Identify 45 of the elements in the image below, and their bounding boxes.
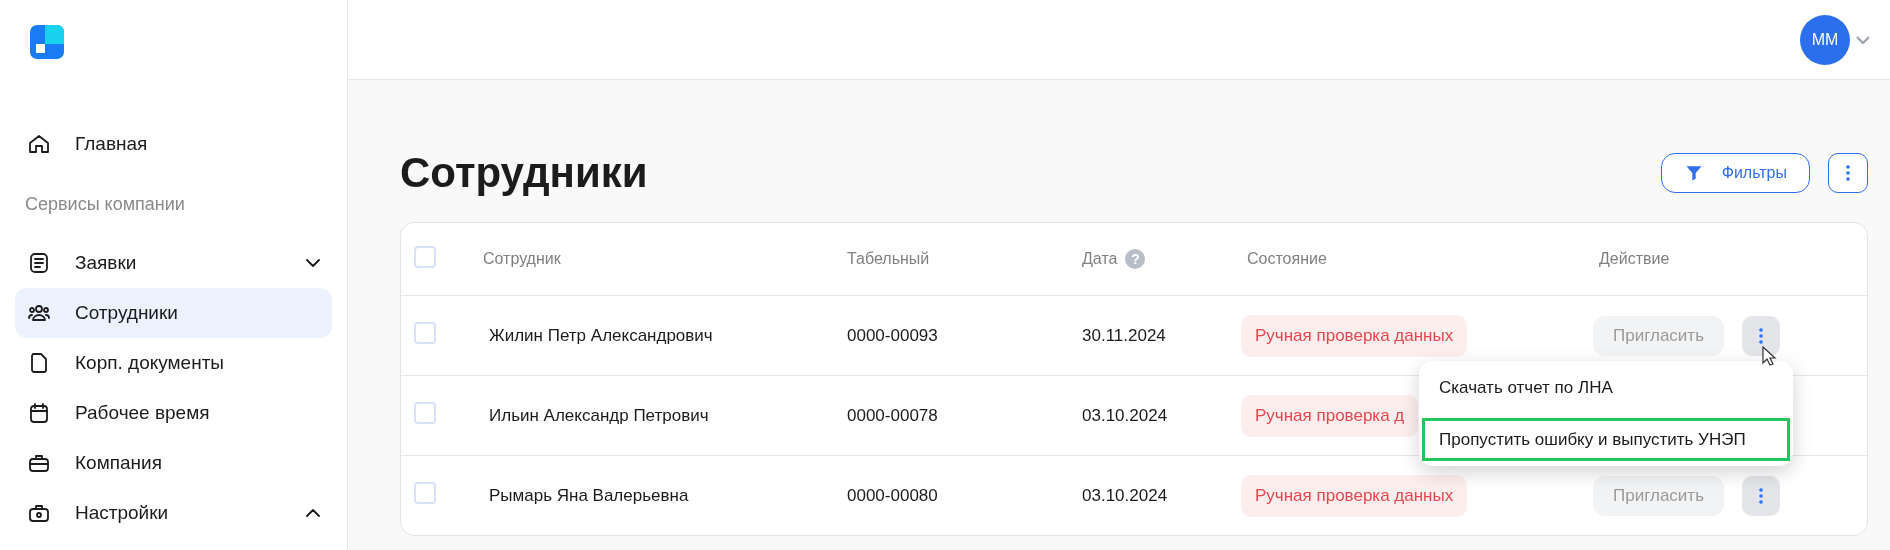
more-button[interactable]: [1828, 153, 1868, 194]
menu-item[interactable]: Пропустить ошибку и выпустить УНЭП: [1422, 417, 1790, 462]
row-checkbox[interactable]: [414, 402, 436, 425]
document-list-icon: [27, 251, 51, 275]
status-tag: Ручная проверка д: [1241, 395, 1419, 437]
column-header: Табельный: [846, 249, 930, 270]
table-cell-text: Жилин Петр Александрович: [488, 326, 713, 346]
status-tag: Ручная проверка данных: [1241, 475, 1468, 517]
table-cell-text: 0000-00080: [846, 486, 938, 506]
table-cell-text: 03.10.2024: [1081, 486, 1168, 506]
column-header: Дата: [1081, 249, 1118, 270]
table-cell-text: 0000-00078: [846, 406, 938, 426]
column-header: Состояние: [1246, 249, 1327, 270]
table-cell-text: 0000-00093: [846, 326, 938, 346]
table-cell-text: 30.11.2024: [1081, 326, 1166, 346]
avatar[interactable]: ММ: [1800, 14, 1850, 65]
row-checkbox[interactable]: [414, 322, 436, 345]
sidebar-item[interactable]: Главная: [15, 119, 332, 169]
calendar-icon: [27, 401, 51, 425]
sidebar-item[interactable]: Рабочее время: [15, 388, 332, 438]
page-title: Сотрудники: [400, 148, 649, 198]
row-checkbox[interactable]: [414, 482, 436, 505]
column-header: Действие: [1598, 249, 1670, 270]
filters-button[interactable]: Фильтры: [1660, 153, 1810, 194]
home-icon: [27, 132, 51, 156]
kebab-icon: [1759, 487, 1763, 504]
select-all-checkbox[interactable]: [414, 245, 436, 268]
chevron-up-icon: [306, 509, 320, 517]
table-cell-text: Рымарь Яна Валерьевна: [488, 486, 689, 506]
sidebar-item[interactable]: Сотрудники: [15, 288, 332, 338]
sidebar-item[interactable]: Настройки: [15, 488, 332, 538]
table-cell-text: Ильин Александр Петрович: [488, 406, 709, 426]
sidebar-item[interactable]: Компания: [15, 438, 332, 488]
row-menu-button[interactable]: [1742, 475, 1780, 516]
sidebar-item[interactable]: Корп. документы: [15, 338, 332, 388]
status-tag: Ручная проверка данных: [1241, 315, 1468, 357]
logo-icon: [30, 25, 64, 59]
column-header: Сотрудник: [483, 249, 561, 270]
sidebar-item[interactable]: Заявки: [15, 238, 332, 288]
chevron-down-icon: [1856, 35, 1870, 44]
kebab-icon: [1759, 327, 1763, 344]
kebab-icon: [1846, 165, 1850, 182]
chevron-down-icon: [306, 259, 320, 267]
section-label: Сервисы компании: [24, 193, 186, 216]
table-cell-text: 03.10.2024: [1081, 406, 1168, 426]
